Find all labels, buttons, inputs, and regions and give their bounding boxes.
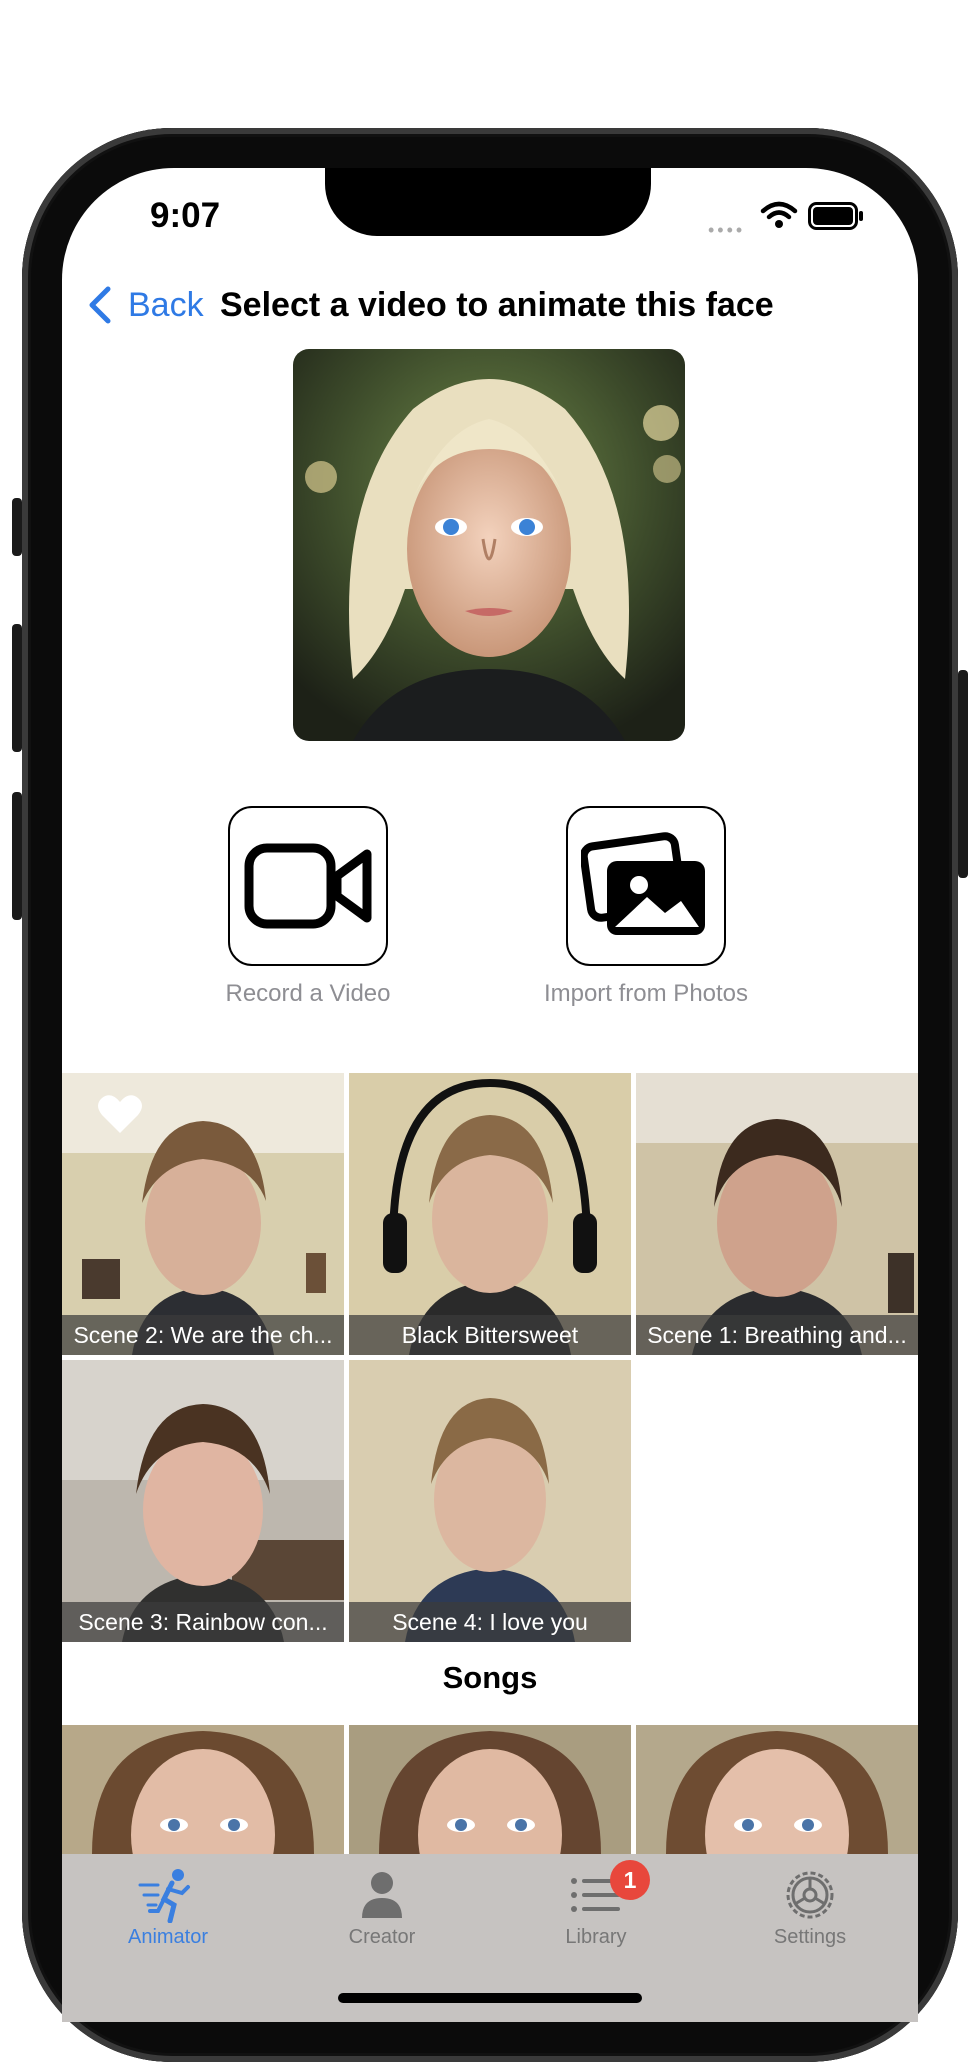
import-photos-button[interactable] (566, 806, 726, 966)
video-tile[interactable]: Scene 1: Breathing and... (636, 1073, 918, 1355)
tab-animator[interactable]: Animator (68, 1864, 268, 1949)
video-thumbnail (349, 1073, 631, 1355)
back-label: Back (128, 285, 204, 324)
library-badge: 1 (610, 1860, 650, 1900)
video-caption: Scene 1: Breathing and... (636, 1315, 918, 1355)
wifi-icon (760, 201, 798, 228)
video-caption: Scene 4: I love you (349, 1602, 631, 1642)
selected-face-image (293, 349, 685, 741)
song-tile[interactable] (349, 1725, 631, 1854)
signal-dots-icon: •••• (708, 220, 746, 240)
song-thumbnail (636, 1725, 918, 1854)
tab-library-label: Library (565, 1926, 627, 1948)
tab-library[interactable]: Library (496, 1864, 696, 1949)
tab-animator-label: Animator (127, 1926, 209, 1948)
video-caption: Black Bittersweet (349, 1315, 631, 1355)
page-title: Select a video to animate this face (220, 286, 774, 324)
video-thumbnail (636, 1073, 918, 1355)
tab-settings-label: Settings (773, 1926, 847, 1948)
chevron-left-icon (89, 286, 111, 324)
video-caption: Scene 2: We are the ch... (62, 1315, 344, 1355)
power-button (958, 670, 968, 878)
song-tile[interactable] (62, 1725, 344, 1854)
volume-up-button (12, 624, 22, 752)
person-icon (362, 1872, 402, 1918)
video-tile[interactable]: Scene 3: Rainbow con... (62, 1360, 344, 1642)
video-caption: Scene 3: Rainbow con... (62, 1602, 344, 1642)
video-thumbnail (62, 1360, 344, 1642)
status-time: 9:07 (150, 196, 221, 235)
song-thumbnail (62, 1725, 344, 1854)
video-tile[interactable]: Scene 4: I love you (349, 1360, 631, 1642)
import-photos-label: Import from Photos (543, 980, 749, 1007)
heart-icon[interactable] (96, 1093, 144, 1135)
mute-switch (12, 498, 22, 556)
tab-settings[interactable]: Settings (710, 1864, 910, 1949)
home-indicator (338, 1993, 642, 2003)
back-button[interactable]: Back (86, 280, 204, 330)
notch (325, 168, 651, 236)
record-video-button[interactable] (228, 806, 388, 966)
songs-section-title: Songs (442, 1660, 538, 1695)
video-tile[interactable]: Black Bittersweet (349, 1073, 631, 1355)
video-tile[interactable]: Scene 2: We are the ch... (62, 1073, 344, 1355)
photos-icon (581, 832, 705, 935)
battery-icon (808, 202, 863, 230)
record-video-label: Record a Video (225, 980, 391, 1007)
volume-down-button (12, 792, 22, 920)
tab-creator-label: Creator (348, 1926, 416, 1948)
song-tile[interactable] (636, 1725, 918, 1854)
runner-icon (138, 1869, 190, 1923)
video-camera-icon (244, 843, 372, 929)
tab-creator[interactable]: Creator (282, 1864, 482, 1949)
gear-icon (786, 1871, 834, 1919)
video-thumbnail (349, 1360, 631, 1642)
song-thumbnail (349, 1725, 631, 1854)
